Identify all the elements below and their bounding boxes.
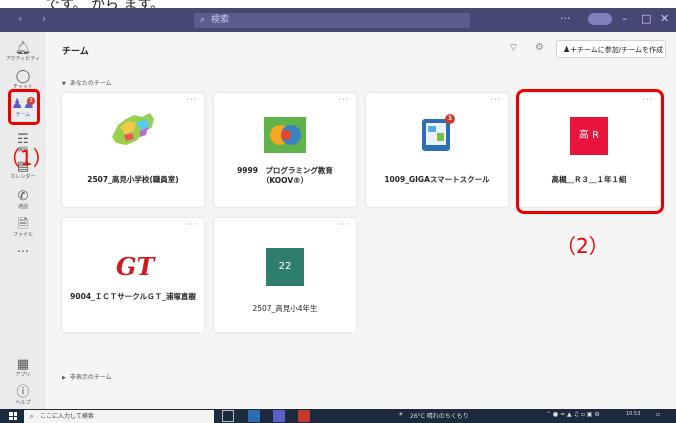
more-icon: ··· xyxy=(16,245,30,260)
rail-item-help[interactable]: ⓘ ヘルプ xyxy=(0,386,46,407)
section-hidden-teams[interactable]: ▶ 非表示のチーム xyxy=(62,372,112,381)
card-more-icon[interactable]: ··· xyxy=(186,95,197,104)
join-or-create-team-button[interactable]: ♟+ チームに参加/チームを作成 xyxy=(556,40,666,58)
annotation-label-1: （1） xyxy=(0,146,53,170)
gear-icon[interactable]: ⚙ xyxy=(535,42,544,53)
rail-item-activity[interactable]: 🔔︎ アクティビティ xyxy=(0,42,46,63)
clock[interactable]: 10:53 xyxy=(626,411,640,417)
team-name: 9004_ＩＣＴサークルＧＴ_浦塚直樹 xyxy=(70,292,196,301)
taskbar-search-input[interactable]: ⌕ ここに入力して検索 xyxy=(24,410,214,423)
windows-start-icon[interactable] xyxy=(9,412,17,420)
phone-icon: ✆ xyxy=(17,189,29,204)
team-avatar-initials: 22 xyxy=(266,248,304,286)
task-view-icon[interactable] xyxy=(222,410,234,422)
rail-item-apps[interactable]: ▦ アプリ xyxy=(0,358,46,379)
rail-item-chat[interactable]: ◯ チャット xyxy=(0,70,46,91)
team-name: 9999 プログラミング教育（KOOV®） xyxy=(237,166,333,185)
weather-icon: ☀ xyxy=(398,411,404,418)
card-more-icon[interactable]: ··· xyxy=(490,95,501,104)
help-icon: ⓘ xyxy=(16,385,30,400)
outlook-icon[interactable] xyxy=(248,410,260,422)
rail-item-more[interactable]: ··· xyxy=(0,246,46,260)
search-icon: ⌕ xyxy=(30,413,34,420)
annotation-label-2: （2） xyxy=(556,234,609,258)
filter-icon[interactable]: ▽ xyxy=(510,43,517,53)
search-icon: ⌕ xyxy=(200,15,206,25)
card-more-icon[interactable]: ··· xyxy=(338,95,349,104)
collapse-icon: ▼ xyxy=(62,81,66,87)
gt-logo: GT xyxy=(116,252,155,281)
close-button[interactable]: ✕ xyxy=(660,12,669,25)
bell-icon: 🔔︎ xyxy=(14,41,32,56)
team-card[interactable]: ··· 1 1009_GIGAスマートスクール xyxy=(366,93,508,207)
map-image-icon xyxy=(112,113,154,145)
file-icon: 🗎︎ xyxy=(17,217,29,232)
search-placeholder: 検索 xyxy=(211,15,230,25)
team-card[interactable]: ··· 22 2507_高見小4年生 xyxy=(214,218,356,332)
card-more-icon[interactable]: ··· xyxy=(186,220,197,229)
teams-app-icon[interactable] xyxy=(273,410,285,422)
more-options-icon[interactable]: ··· xyxy=(560,12,571,25)
back-forward-icon[interactable]: ‹ › xyxy=(18,12,54,25)
rail-item-files[interactable]: 🗎︎ ファイル xyxy=(0,218,46,239)
chat-bubbles-icon xyxy=(264,117,306,153)
team-card[interactable]: ··· GT 9004_ＩＣＴサークルＧＴ_浦塚直樹 xyxy=(62,218,204,332)
team-name: 2507_高見小4年生 xyxy=(252,304,318,313)
notifications-icon[interactable]: ▫ xyxy=(656,411,660,418)
page-title: チーム xyxy=(62,47,89,57)
powerpoint-icon[interactable] xyxy=(298,410,310,422)
minimize-button[interactable]: – xyxy=(622,12,628,25)
avatar-badge: 1 xyxy=(448,115,453,122)
top-strip: です。 から ます。 xyxy=(0,0,676,13)
section-your-teams[interactable]: ▼ あなたのチーム xyxy=(62,78,112,87)
rail-item-calls[interactable]: ✆ 通話 xyxy=(0,190,46,211)
team-name: 1009_GIGAスマートスクール xyxy=(384,175,490,184)
annotation-box-team-card xyxy=(516,89,664,214)
apps-icon: ▦ xyxy=(16,357,30,372)
team-card[interactable]: ··· 2507_高見小学校(職員室) xyxy=(62,93,204,207)
team-name: 2507_高見小学校(職員室) xyxy=(87,175,179,184)
add-people-icon: ♟+ xyxy=(563,45,577,54)
card-more-icon[interactable]: ··· xyxy=(338,220,349,229)
user-avatar[interactable] xyxy=(588,13,612,25)
search-input[interactable]: ⌕ 検索 xyxy=(194,13,470,28)
chat-icon: ◯ xyxy=(15,69,31,84)
maximize-button[interactable]: □ xyxy=(641,12,651,25)
weather-status[interactable]: 26°C 晴れのちくもり xyxy=(410,411,469,420)
annotation-box-teams xyxy=(8,89,40,125)
team-card[interactable]: ··· 9999 プログラミング教育（KOOV®） xyxy=(214,93,356,207)
system-tray-icons[interactable]: ⌃ ● ≈ ▲ ♫ ▫ ▣ ⚙ xyxy=(546,411,600,418)
expand-icon: ▶ xyxy=(62,375,66,381)
